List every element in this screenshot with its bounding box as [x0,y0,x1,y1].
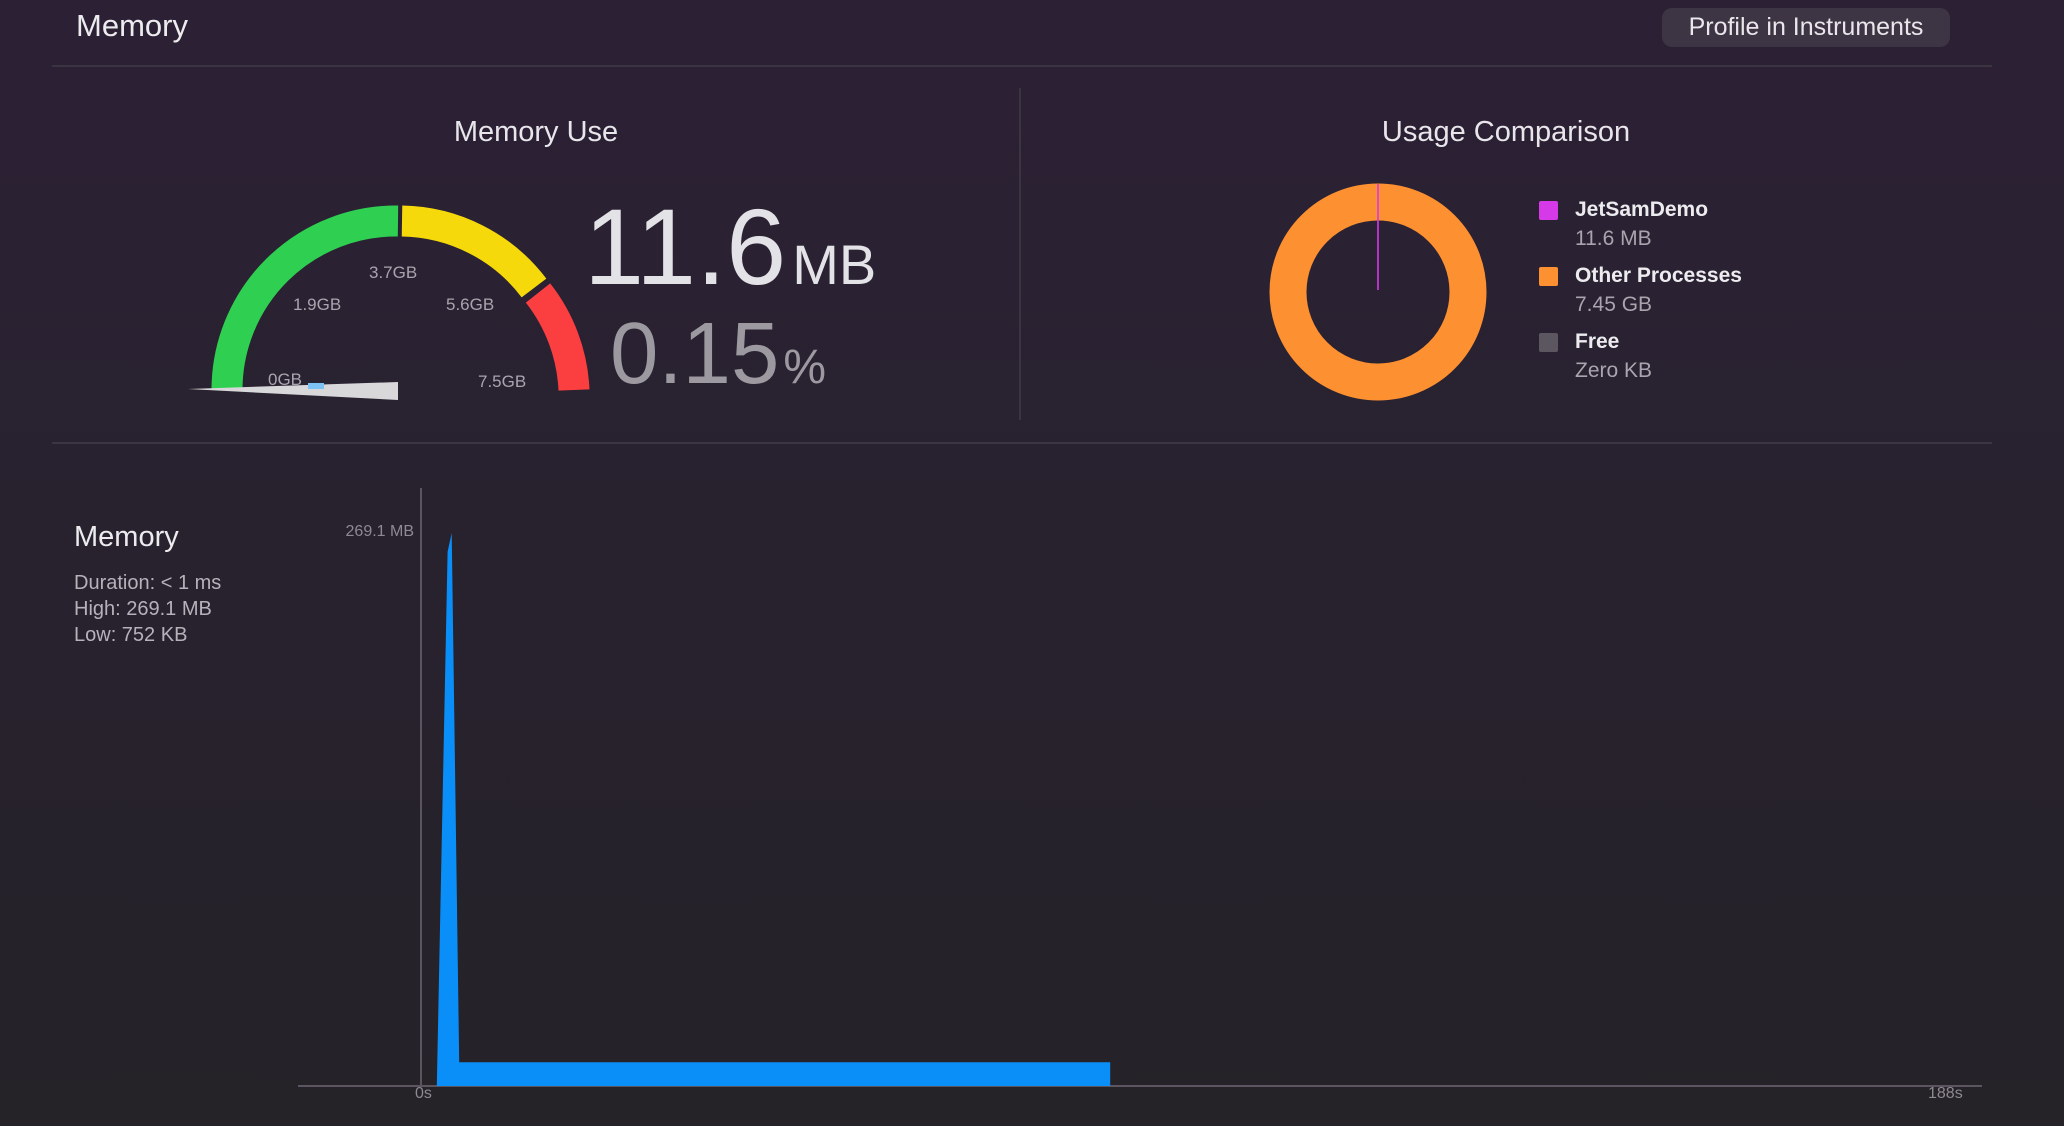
memory-graph-chart [298,488,1982,1087]
memory-area-series [436,533,1111,1086]
